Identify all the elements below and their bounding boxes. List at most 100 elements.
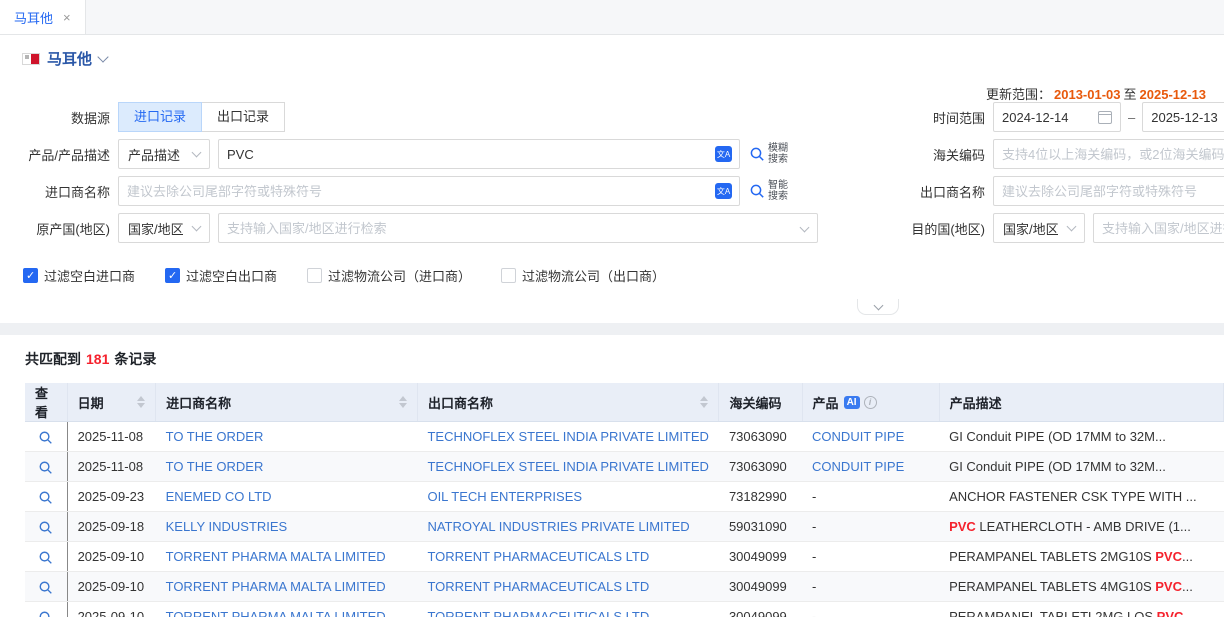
checkbox-filter-blank-exporter[interactable]: 过滤空白出口商 (165, 266, 277, 285)
fuzzy-search-label: 模糊搜索 (768, 143, 788, 165)
destination-country-input[interactable] (1093, 213, 1224, 243)
exporter-row: 出口商名称 (905, 176, 1224, 206)
product-tag[interactable]: CONDUIT PIPE (812, 429, 904, 444)
table-row[interactable]: 2025-09-23 ENEMED CO LTD OIL TECH ENTERP… (25, 482, 1224, 512)
column-header-desc: 产品描述 (939, 383, 1223, 422)
results-summary: 共匹配到181条记录 (0, 349, 1224, 369)
destination-type-select[interactable]: 国家/地区 (993, 213, 1085, 243)
exporter-link[interactable]: TORRENT PHARMACEUTICALS LTD (427, 549, 649, 564)
product-tag: - (812, 519, 816, 534)
importer-link[interactable]: KELLY INDUSTRIES (166, 519, 288, 534)
exporter-link[interactable]: OIL TECH ENTERPRISES (427, 489, 582, 504)
table-row[interactable]: 2025-09-10 TORRENT PHARMA MALTA LIMITED … (25, 572, 1224, 602)
date-to-input[interactable] (1142, 102, 1224, 132)
hs-code-cell: 73063090 (719, 452, 802, 482)
tab-export-records[interactable]: 出口记录 (202, 102, 285, 132)
checkbox-filter-logistics-exporter[interactable]: 过滤物流公司（出口商） (501, 266, 665, 285)
app-root: 马耳他 × 马耳他 更新范围：2013-01-03至2025-12-13 数据源… (0, 0, 1224, 617)
product-tag: - (812, 489, 816, 504)
exporter-link[interactable]: TECHNOFLEX STEEL INDIA PRIVATE LIMITED (427, 459, 708, 474)
caret-up-icon (399, 396, 407, 401)
table-row[interactable]: 2025-09-10 TORRENT PHARMA MALTA LIMITED … (25, 602, 1224, 617)
view-search-icon[interactable] (38, 580, 53, 595)
column-header-importer[interactable]: 进口商名称 (156, 383, 418, 422)
importer-link[interactable]: TO THE ORDER (166, 459, 264, 474)
caret-up-icon (137, 396, 145, 401)
column-header-hs: 海关编码 (719, 383, 802, 422)
chevron-down-icon[interactable] (97, 51, 108, 62)
translate-icon[interactable]: 文A (715, 183, 732, 199)
importer-link[interactable]: TORRENT PHARMA MALTA LIMITED (166, 549, 386, 564)
importer-link[interactable]: TORRENT PHARMA MALTA LIMITED (166, 609, 386, 617)
exporter-link[interactable]: TECHNOFLEX STEEL INDIA PRIVATE LIMITED (427, 429, 708, 444)
checkbox-filter-blank-importer[interactable]: 过滤空白进口商 (23, 266, 135, 285)
date-cell: 2025-09-18 (67, 512, 156, 542)
sort-icons[interactable] (391, 396, 407, 408)
column-header-exporter[interactable]: 出口商名称 (417, 383, 718, 422)
checkbox-unchecked-icon (501, 268, 516, 283)
desc-cell: GI Conduit PIPE (OD 17MM to 32M... (939, 452, 1223, 482)
view-search-icon[interactable] (38, 490, 53, 505)
sort-icons[interactable] (129, 396, 145, 408)
importer-input[interactable] (118, 176, 740, 206)
tab-import-records[interactable]: 进口记录 (118, 102, 202, 132)
origin-type-value: 国家/地区 (128, 219, 184, 238)
fuzzy-search-button[interactable]: 模糊搜索 (749, 143, 788, 165)
table-row[interactable]: 2025-11-08 TO THE ORDER TECHNOFLEX STEEL… (25, 452, 1224, 482)
importer-link[interactable]: ENEMED CO LTD (166, 489, 272, 504)
view-search-icon[interactable] (38, 520, 53, 535)
origin-type-select[interactable]: 国家/地区 (118, 213, 210, 243)
filter-panel: 更新范围：2013-01-03至2025-12-13 数据源 进口记录 出口记录… (0, 78, 1224, 299)
view-cell (25, 542, 67, 572)
info-icon[interactable]: i (864, 396, 877, 409)
filter-right-column: 时间范围 – 海关编码 出口商名称 目的国(地区) (905, 102, 1224, 250)
smart-search-label: 智能搜索 (768, 180, 788, 202)
origin-country-input[interactable] (218, 213, 818, 243)
hs-code-cell: 30049099 (719, 572, 802, 602)
update-range-label: 更新范围： (986, 87, 1051, 102)
product-type-select[interactable]: 产品描述 (118, 139, 210, 169)
exporter-link[interactable]: TORRENT PHARMACEUTICALS LTD (427, 609, 649, 617)
hs-code-input[interactable] (993, 139, 1224, 169)
importer-link[interactable]: TORRENT PHARMA MALTA LIMITED (166, 579, 386, 594)
checkbox-label: 过滤物流公司（进口商） (328, 266, 471, 285)
column-header-date[interactable]: 日期 (67, 383, 156, 422)
checkbox-filter-logistics-importer[interactable]: 过滤物流公司（进口商） (307, 266, 471, 285)
tab-malta[interactable]: 马耳他 × (0, 0, 86, 34)
summary-prefix: 共匹配到 (25, 351, 81, 367)
product-input[interactable] (218, 139, 740, 169)
date-range-dash: – (1128, 110, 1135, 125)
collapse-filters-button[interactable] (857, 299, 899, 315)
view-search-icon[interactable] (38, 430, 53, 445)
hs-code-cell: 30049099 (719, 602, 802, 617)
desc-cell: GI Conduit PIPE (OD 17MM to 32M... (939, 422, 1223, 452)
view-search-icon[interactable] (38, 550, 53, 565)
table-row[interactable]: 2025-09-18 KELLY INDUSTRIES NATROYAL IND… (25, 512, 1224, 542)
importer-link[interactable]: TO THE ORDER (166, 429, 264, 444)
checkbox-label: 过滤空白出口商 (186, 266, 277, 285)
close-icon[interactable]: × (63, 11, 71, 24)
table-row[interactable]: 2025-09-10 TORRENT PHARMA MALTA LIMITED … (25, 542, 1224, 572)
view-search-icon[interactable] (38, 460, 53, 475)
product-tag[interactable]: CONDUIT PIPE (812, 459, 904, 474)
smart-search-button[interactable]: 智能搜索 (749, 180, 788, 202)
hs-code-cell: 73182990 (719, 482, 802, 512)
date-cell: 2025-09-10 (67, 542, 156, 572)
view-search-icon[interactable] (38, 610, 53, 617)
table-row[interactable]: 2025-11-08 TO THE ORDER TECHNOFLEX STEEL… (25, 422, 1224, 452)
exporter-input[interactable] (993, 176, 1224, 206)
exporter-link[interactable]: TORRENT PHARMACEUTICALS LTD (427, 579, 649, 594)
destination-country-row: 目的国(地区) 国家/地区 (905, 213, 1224, 243)
view-cell (25, 482, 67, 512)
column-header-view: 查看 (25, 383, 67, 422)
translate-icon[interactable]: 文A (715, 146, 732, 162)
desc-cell: ANCHOR FASTENER CSK TYPE WITH ... (939, 482, 1223, 512)
column-header-product: 产品AIi (802, 383, 939, 422)
results-panel: 共匹配到181条记录 查看 日期 进口商名称 出口商名称 海关编码 产品AIi … (0, 335, 1224, 617)
exporter-link[interactable]: NATROYAL INDUSTRIES PRIVATE LIMITED (427, 519, 689, 534)
importer-input-wrap: 文A (118, 176, 740, 206)
caret-up-icon (700, 396, 708, 401)
sort-icons[interactable] (692, 396, 708, 408)
malta-flag-icon (22, 53, 40, 65)
update-range-to: 2025-12-13 (1140, 87, 1207, 102)
